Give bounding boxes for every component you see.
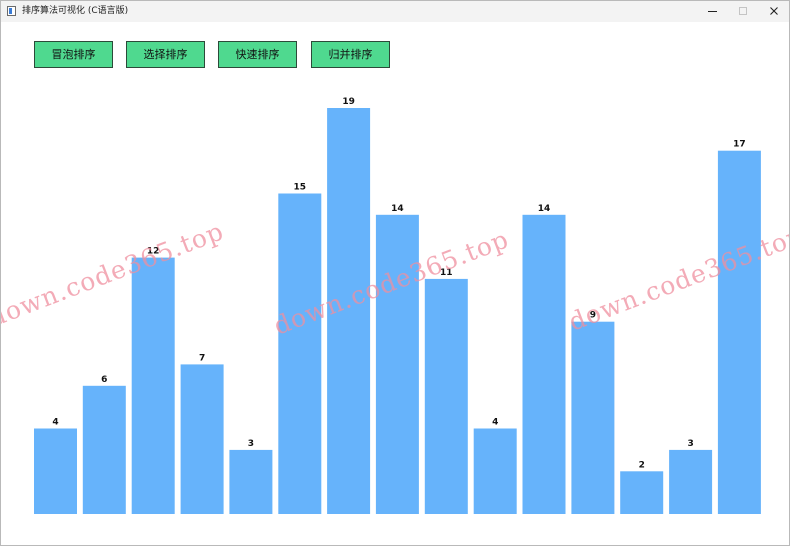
bars-layer [34,108,761,515]
app-window-icon [7,6,16,16]
bar-9 [473,428,517,514]
close-icon [770,7,778,15]
bar-value-label-9: 4 [492,418,498,428]
bubble-sort-button[interactable]: 冒泡排序 [34,41,113,68]
window-title: 排序算法可视化 (C语言版) [22,6,129,16]
bar-value-label-12: 2 [639,460,645,470]
bar-10 [522,214,566,515]
bar-14 [717,150,761,514]
bar-value-label-0: 4 [52,418,58,428]
bar-value-label-4: 3 [248,439,254,449]
bar-value-label-6: 19 [342,97,355,107]
bar-8 [424,278,468,514]
bar-value-label-14: 17 [733,140,746,150]
maximize-icon [739,7,747,15]
minimize-icon [708,11,717,12]
watermark-text-0: down.code365.top [1,216,228,332]
bar-3 [180,364,224,514]
bar-value-label-3: 7 [199,353,205,363]
client-area: 4 6 12 7 3 15 19 14 11 4 14 9 2 3 17 down.code365.top d… [1,22,789,545]
bar-0 [34,428,77,514]
bar-11 [571,321,615,514]
bar-value-label-10: 14 [538,204,551,214]
bar-value-label-5: 15 [294,183,307,193]
bar-value-label-7: 14 [391,204,404,214]
minimize-button[interactable] [698,1,728,22]
bar-1 [82,385,126,514]
bar-chart: 4612731519141141492317 down.code365.top d… [1,97,789,515]
selection-sort-button[interactable]: 选择排序 [126,41,205,68]
bar-value-label-13: 3 [687,439,693,449]
close-button[interactable] [759,1,789,22]
merge-sort-button[interactable]: 归并排序 [311,41,390,68]
bar-2 [131,257,175,514]
app-window: 排序算法可视化 (C语言版) 4 6 12 7 3 15 19 14 11 4 14 9 2 3 17 do… [0,0,790,546]
bar-4 [229,449,273,514]
maximize-button[interactable] [728,1,758,22]
bar-value-label-1: 6 [101,375,107,385]
title-bar[interactable]: 排序算法可视化 (C语言版) [1,1,789,22]
bar-5 [278,193,322,514]
quick-sort-button[interactable]: 快速排序 [218,41,297,68]
bar-12 [620,471,664,514]
bar-13 [669,449,713,514]
